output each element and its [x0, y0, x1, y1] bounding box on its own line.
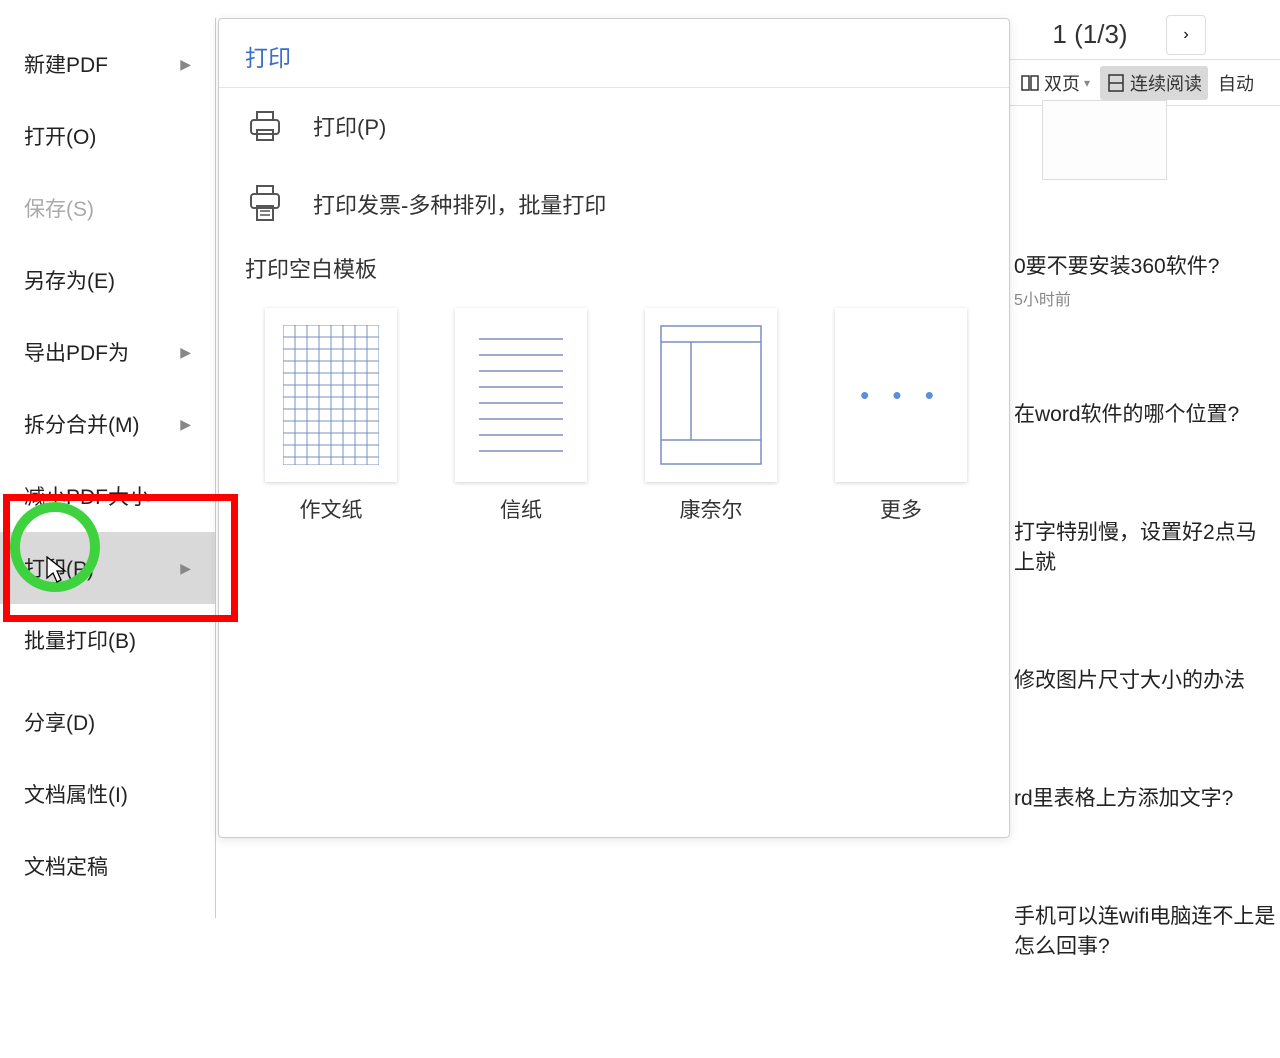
- chevron-down-icon: ▾: [1084, 76, 1090, 90]
- more-dots-icon: • • •: [860, 380, 942, 411]
- article-item[interactable]: 在word软件的哪个位置?: [1014, 398, 1276, 428]
- menu-label: 打印(P): [24, 553, 94, 583]
- article-item[interactable]: 修改图片尺寸大小的办法: [1014, 664, 1276, 694]
- menu-label: 减小PDF大小: [24, 481, 150, 511]
- template-more[interactable]: • • • 更多: [835, 308, 967, 524]
- article-title: 0要不要安装360软件?: [1014, 250, 1276, 280]
- auto-button[interactable]: 自动: [1212, 66, 1260, 100]
- print-action[interactable]: 打印(P): [219, 88, 1009, 164]
- menu-save: 保存(S): [0, 172, 215, 244]
- grid-template-icon: [283, 325, 379, 465]
- two-page-label: 双页: [1044, 70, 1080, 96]
- menu-batch-print[interactable]: 批量打印(B): [0, 604, 215, 676]
- menu-save-as[interactable]: 另存为(E): [0, 244, 215, 316]
- chevron-right-icon: ▶: [180, 560, 191, 577]
- chevron-right-icon: ›: [1183, 26, 1188, 44]
- continuous-icon: [1106, 73, 1126, 93]
- invoice-printer-icon: [245, 182, 285, 226]
- menu-label: 另存为(E): [24, 265, 115, 295]
- article-title: 在word软件的哪个位置?: [1014, 398, 1276, 428]
- cornell-template-icon: [657, 322, 765, 468]
- two-page-button[interactable]: 双页 ▾: [1014, 66, 1096, 100]
- menu-doc-finalize[interactable]: 文档定稿: [0, 830, 215, 902]
- menu-label: 新建PDF: [24, 49, 108, 79]
- printer-icon: [245, 106, 285, 146]
- article-item[interactable]: 打字特别慢，设置好2点马上就: [1014, 516, 1276, 576]
- menu-label: 拆分合并(M): [24, 409, 139, 439]
- template-cornell[interactable]: 康奈尔: [645, 308, 777, 524]
- article-item[interactable]: rd里表格上方添加文字?: [1014, 782, 1276, 812]
- menu-label: 打开(O): [24, 121, 96, 151]
- two-page-icon: [1020, 73, 1040, 93]
- menu-export-pdf[interactable]: 导出PDF为 ▶: [0, 316, 215, 388]
- article-item[interactable]: 手机可以连wifi电脑连不上是怎么回事?: [1014, 900, 1276, 960]
- article-title: 手机可以连wifi电脑连不上是怎么回事?: [1014, 900, 1276, 960]
- template-composition[interactable]: 作文纸: [265, 308, 397, 524]
- chevron-right-icon: ▶: [180, 416, 191, 433]
- continuous-label: 连续阅读: [1130, 70, 1202, 96]
- print-panel: 打印 打印(P) 打印发票-多种排列，批量打印 打印空白模板: [218, 18, 1010, 838]
- article-title: 修改图片尺寸大小的办法: [1014, 664, 1276, 694]
- article-meta: 5小时前: [1014, 286, 1276, 310]
- continuous-read-button[interactable]: 连续阅读: [1100, 66, 1208, 100]
- template-letter[interactable]: 信纸: [455, 308, 587, 524]
- chevron-right-icon: ▶: [180, 344, 191, 361]
- page-indicator: 1 (1/3): [1020, 15, 1160, 54]
- next-page-button[interactable]: ›: [1166, 15, 1206, 55]
- menu-label: 文档属性(I): [24, 779, 128, 809]
- menu-new-pdf[interactable]: 新建PDF ▶: [0, 28, 215, 100]
- print-label: 打印(P): [313, 110, 386, 142]
- template-label: 信纸: [500, 494, 542, 524]
- menu-print[interactable]: 打印(P) ▶: [0, 532, 215, 604]
- template-label: 康奈尔: [680, 494, 743, 524]
- menu-reduce-size[interactable]: 减小PDF大小: [0, 460, 215, 532]
- template-label: 作文纸: [300, 494, 363, 524]
- menu-label: 批量打印(B): [24, 625, 136, 655]
- menu-label: 保存(S): [24, 193, 94, 223]
- menu-label: 导出PDF为: [24, 337, 129, 367]
- blank-template-title: 打印空白模板: [219, 244, 1009, 298]
- page-thumbnail: [1042, 100, 1167, 180]
- auto-label: 自动: [1218, 70, 1254, 96]
- article-title: 打字特别慢，设置好2点马上就: [1014, 516, 1276, 576]
- menu-share[interactable]: 分享(D): [0, 686, 215, 758]
- menu-label: 分享(D): [24, 707, 95, 737]
- article-item[interactable]: 0要不要安装360软件? 5小时前: [1014, 250, 1276, 310]
- lined-template-icon: [471, 325, 571, 465]
- menu-split-merge[interactable]: 拆分合并(M) ▶: [0, 388, 215, 460]
- chevron-right-icon: ▶: [180, 56, 191, 73]
- article-title: rd里表格上方添加文字?: [1014, 782, 1276, 812]
- related-articles: 0要不要安装360软件? 5小时前 在word软件的哪个位置? 打字特别慢，设置…: [1010, 240, 1280, 1058]
- menu-label: 文档定稿: [24, 851, 108, 881]
- invoice-label: 打印发票-多种排列，批量打印: [313, 188, 606, 220]
- template-label: 更多: [880, 494, 922, 524]
- print-invoice-action[interactable]: 打印发票-多种排列，批量打印: [219, 164, 1009, 244]
- menu-doc-properties[interactable]: 文档属性(I): [0, 758, 215, 830]
- menu-open[interactable]: 打开(O): [0, 100, 215, 172]
- panel-title: 打印: [219, 19, 1009, 88]
- file-menu: 新建PDF ▶ 打开(O) 保存(S) 另存为(E) 导出PDF为 ▶ 拆分合并…: [0, 18, 216, 918]
